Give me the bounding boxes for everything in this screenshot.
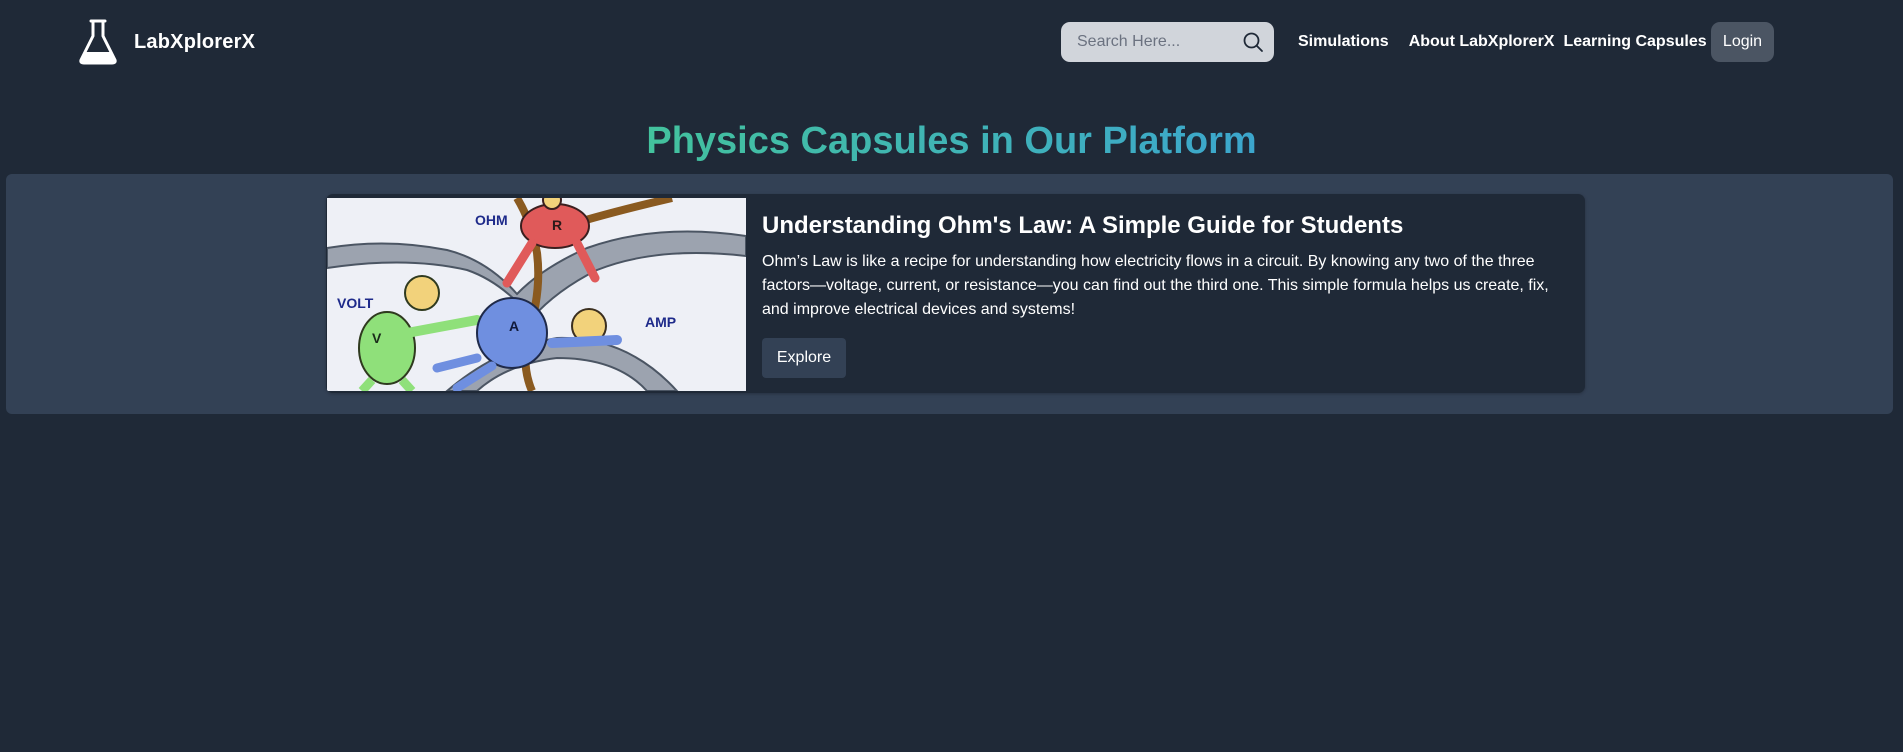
search-input[interactable] [1061, 22, 1231, 62]
capsule-card: OHM VOLT AMP R V A Understanding Ohm's L… [326, 194, 1585, 393]
login-button[interactable]: Login [1711, 22, 1774, 62]
capsule-image[interactable]: OHM VOLT AMP R V A [327, 198, 746, 391]
label-v: V [372, 330, 382, 346]
capsule-title: Understanding Ohm's Law: A Simple Guide … [762, 212, 1404, 239]
brand-name: LabXplorerX [134, 30, 256, 53]
brand[interactable]: LabXplorerX [78, 18, 255, 66]
label-ohm: OHM [475, 212, 508, 228]
page-title-container: Physics Capsules in Our Platform [0, 115, 1903, 167]
flask-icon [79, 19, 117, 65]
search-box [1061, 22, 1274, 62]
capsule-body: Understanding Ohm's Law: A Simple Guide … [762, 210, 1562, 378]
capsules-panel: OHM VOLT AMP R V A Understanding Ohm's L… [6, 174, 1893, 414]
explore-button[interactable]: Explore [762, 338, 846, 378]
label-volt: VOLT [337, 295, 374, 311]
navbar: LabXplorerX Simulations About LabXplorer… [0, 0, 1903, 84]
nav-link-simulations[interactable]: Simulations [1298, 33, 1389, 51]
nav-link-about[interactable]: About LabXplorerX [1409, 33, 1555, 51]
label-amp: AMP [645, 314, 676, 330]
label-a: A [509, 318, 519, 334]
nav-link-learning-capsules[interactable]: Learning Capsules [1563, 33, 1706, 51]
capsule-description: Ohm’s Law is like a recipe for understan… [762, 253, 1549, 318]
nav-links: Simulations About LabXplorerX Learning C… [1298, 22, 1707, 62]
label-r: R [552, 217, 562, 233]
search-icon[interactable] [1242, 31, 1264, 53]
ohms-law-illustration: OHM VOLT AMP R V A [327, 198, 746, 391]
page-title: Physics Capsules in Our Platform [646, 115, 1256, 167]
